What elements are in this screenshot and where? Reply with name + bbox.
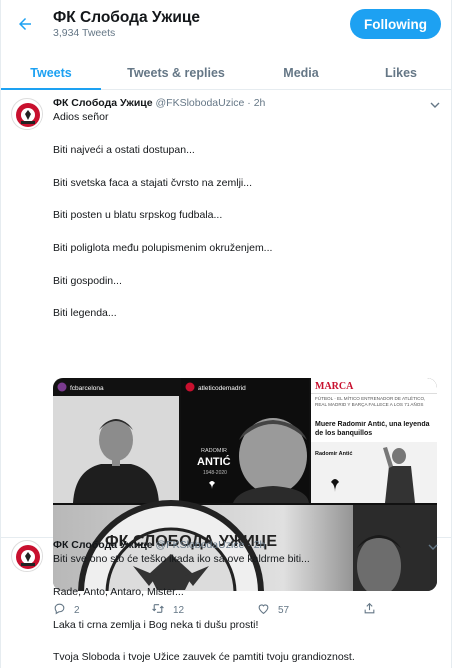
- tweet-text-line: Adios señor: [53, 111, 109, 123]
- profile-name: ФК Слобода Ужице: [53, 9, 201, 26]
- img2-years: 1948-2020: [203, 470, 227, 476]
- tweet-count: 3,934 Tweets: [53, 27, 116, 39]
- tweet[interactable]: ФК Слобода Ужице @FKSlobodaUzice · 2h Ad…: [1, 90, 451, 616]
- img2-handle: atleticodemadrid: [198, 385, 246, 392]
- chevron-down-icon[interactable]: [429, 98, 441, 110]
- tweet-text-line: Tvoja Sloboda i tvoje Užice zauvek će pa…: [53, 651, 355, 663]
- tab-media[interactable]: Media: [251, 56, 351, 89]
- following-button[interactable]: Following: [350, 9, 441, 39]
- tweet-text-line: Biti svetska faca a stajati čvrsto na ze…: [53, 177, 252, 189]
- tab-tweets-replies[interactable]: Tweets & replies: [101, 56, 251, 89]
- chevron-down-icon[interactable]: [427, 540, 439, 552]
- tweet-text-line: Rade, Anto, Antaro, Mister...: [53, 586, 184, 598]
- back-arrow-icon[interactable]: [15, 14, 35, 34]
- tweet-text-line: Biti poliglota među polupismenim okružen…: [53, 242, 273, 254]
- tweet-text-line: Biti gospodin...: [53, 275, 122, 287]
- tweet[interactable]: ФК Слобода Ужице @FKSlobodaUzice · 2h Bi…: [1, 532, 451, 668]
- tweet-meta: ФК Слобода Ужице @FKSlobodaUzice · 2h: [53, 538, 265, 552]
- img3-headline: Muere Radomir Antić, una leyenda de los …: [315, 421, 430, 437]
- tweet-text-line: Laka ti crna zemlja i Bog neka ti dušu p…: [53, 619, 259, 631]
- author-name[interactable]: ФК Слобода Ужице: [53, 97, 153, 109]
- tweet-text-line: Biti najveći a ostati dostupan...: [53, 144, 195, 156]
- profile-tabs: Tweets Tweets & replies Media Likes: [1, 56, 451, 90]
- img3-kicker: FÚTBOL · EL MÍTICO ENTRENADOR DE ATLÉTIC…: [315, 396, 426, 407]
- tweet-text-line: Biti posten u blatu srpskog fudbala...: [53, 209, 223, 221]
- author-name[interactable]: ФК Слобода Ужице: [53, 539, 153, 551]
- tab-likes[interactable]: Likes: [351, 56, 451, 89]
- avatar[interactable]: [11, 98, 43, 130]
- tweet-meta: ФК Слобода Ужице @FKSlobodaUzice · 2h: [53, 96, 441, 110]
- tweet-text-line: Biti legenda...: [53, 307, 117, 319]
- tab-tweets[interactable]: Tweets: [1, 56, 101, 90]
- author-handle[interactable]: @FKSlobodaUzice · 2h: [156, 539, 266, 551]
- img2-caption2: ANTIĆ: [197, 455, 231, 468]
- img1-handle: fcbarcelona: [70, 385, 104, 392]
- author-handle[interactable]: @FKSlobodaUzice · 2h: [156, 97, 266, 109]
- img2-caption1: RADOMIR: [201, 448, 227, 454]
- avatar[interactable]: [11, 540, 43, 572]
- img3-brand: MARCA: [315, 381, 354, 392]
- tweet-text-line: Biti sve ono sto će teško ikada iko sa o…: [53, 553, 310, 565]
- img3-signature: Radomir Antić: [315, 451, 352, 457]
- profile-header: ФК Слобода Ужице 3,934 Tweets Following: [1, 0, 451, 48]
